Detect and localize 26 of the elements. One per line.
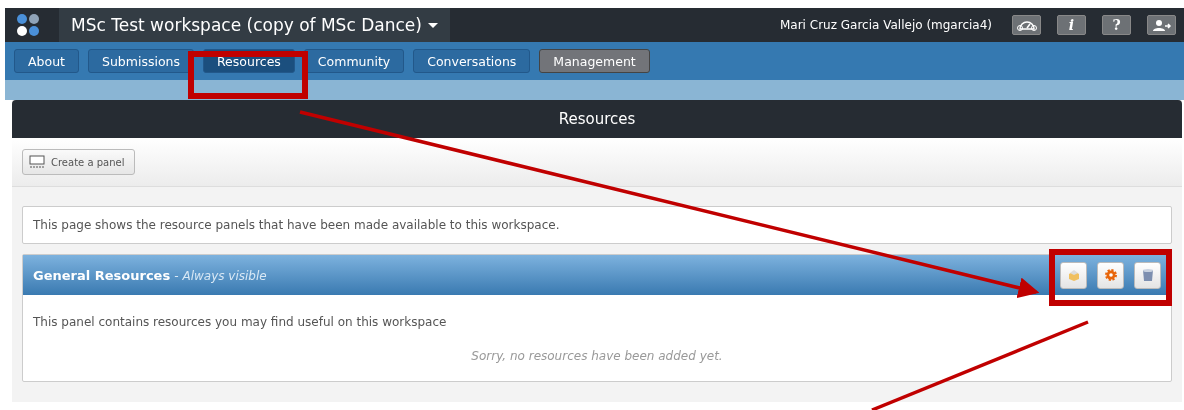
logout-icon [1151, 19, 1172, 31]
workspace-menu[interactable]: MSc Test workspace (copy of MSc Dance) [59, 8, 450, 42]
nav-tab[interactable]: Conversations [413, 49, 531, 73]
help-button[interactable]: ? [1102, 15, 1131, 35]
gear-icon [1103, 268, 1118, 282]
gauge-icon [1016, 19, 1037, 31]
box-icon [1066, 268, 1081, 282]
settings-button[interactable] [1097, 261, 1124, 289]
logout-button[interactable] [1147, 15, 1176, 35]
empty-message: Sorry, no resources have been added yet. [470, 348, 724, 365]
panel-icon [29, 155, 45, 169]
user-name: Mari Cruz Garcia Vallejo (mgarcia4) [779, 18, 992, 32]
panel-description: This panel contains resources you may find useful on this workspace [32, 314, 448, 331]
nav-tab[interactable]: Management [539, 49, 650, 73]
delete-button[interactable] [1134, 261, 1161, 289]
page-title: Resources [12, 100, 1182, 138]
create-panel-button[interactable]: Create a panel [22, 149, 136, 175]
nav-tab[interactable]: Community [303, 49, 405, 73]
nav-tab[interactable]: Submissions [87, 49, 194, 73]
panel-title: General Resources - Always visible [33, 267, 267, 283]
box-button[interactable] [1060, 261, 1087, 289]
info-button[interactable]: i [1057, 15, 1086, 35]
gauge-button[interactable] [1012, 15, 1041, 35]
nav-tab[interactable]: About [14, 49, 79, 73]
intro-text: This page shows the resource panels that have been made available to this workspace. [22, 206, 1172, 244]
trash-icon [1141, 268, 1154, 282]
